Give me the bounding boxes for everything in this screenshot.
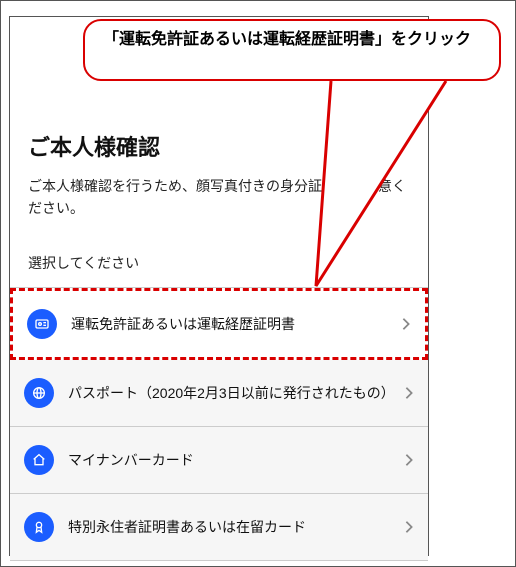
option-label: パスポート（2020年2月3日以前に発行されたもの） xyxy=(68,384,390,404)
option-mynumber[interactable]: マイナンバーカード xyxy=(10,427,428,494)
option-label: 特別永住者証明書あるいは在留カード xyxy=(68,518,390,538)
home-icon xyxy=(24,445,54,475)
chevron-right-icon xyxy=(401,317,411,331)
page-title: ご本人様確認 xyxy=(28,130,410,162)
option-label: マイナンバーカード xyxy=(68,451,390,471)
select-prompt: 選択してください xyxy=(28,253,410,273)
content: ご本人様確認 ご本人様確認を行うため、顔写真付きの身分証書をご用意ください。 選… xyxy=(10,17,428,561)
canvas: ご本人様確認 ご本人様確認を行うため、顔写真付きの身分証書をご用意ください。 選… xyxy=(0,0,516,567)
instruction-callout: 「運転免許証あるいは運転経歴証明書」をクリック xyxy=(83,19,501,81)
option-residence-card[interactable]: 特別永住者証明書あるいは在留カード xyxy=(10,494,428,561)
badge-icon xyxy=(24,512,54,542)
id-card-icon xyxy=(27,309,57,339)
chevron-right-icon xyxy=(404,386,414,400)
option-passport[interactable]: パスポート（2020年2月3日以前に発行されたもの） xyxy=(10,360,428,427)
page-description: ご本人様確認を行うため、顔写真付きの身分証書をご用意ください。 xyxy=(28,176,410,219)
globe-icon xyxy=(24,378,54,408)
id-document-list: 運転免許証あるいは運転経歴証明書 パスポート（2020年2月3日以前 xyxy=(10,287,428,561)
app-panel: ご本人様確認 ご本人様確認を行うため、顔写真付きの身分証書をご用意ください。 選… xyxy=(9,16,429,556)
option-label: 運転免許証あるいは運転経歴証明書 xyxy=(71,315,387,335)
chevron-right-icon xyxy=(404,520,414,534)
callout-text: 「運転免許証あるいは運転経歴証明書」をクリック xyxy=(103,31,471,48)
option-drivers-license[interactable]: 運転免許証あるいは運転経歴証明書 xyxy=(10,288,428,360)
chevron-right-icon xyxy=(404,453,414,467)
